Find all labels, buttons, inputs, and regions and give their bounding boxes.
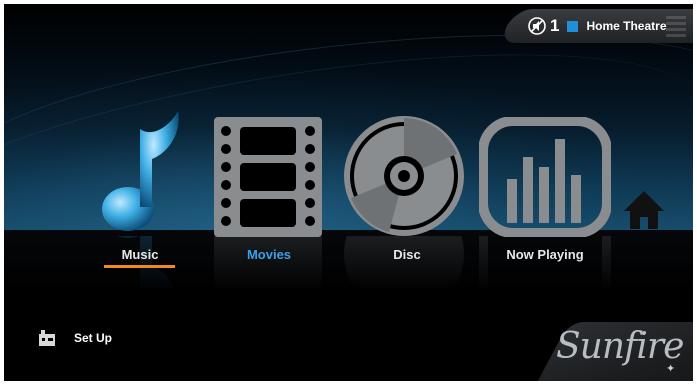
menu-item-movies[interactable] <box>212 117 324 237</box>
film-strip-icon <box>214 117 322 237</box>
sparkle-icon: ✦ <box>666 363 676 375</box>
menu-item-disc[interactable] <box>339 114 469 239</box>
setup-button[interactable]: Set Up <box>38 330 112 346</box>
music-note-icon <box>102 111 179 231</box>
media-center-screen: 1 Home Theatre Music Movies Disc Now Pla… <box>4 4 693 381</box>
focus-underline <box>104 265 175 268</box>
menu-label-now-playing[interactable]: Now Playing <box>475 247 615 262</box>
zone-grip-icon <box>666 16 686 37</box>
menu-item-music[interactable] <box>94 109 189 239</box>
home-icon[interactable] <box>622 189 666 229</box>
menu-item-now-playing[interactable] <box>478 116 612 238</box>
settings-icon <box>39 330 55 346</box>
zone-number: 1 <box>550 16 560 35</box>
disc-icon <box>344 116 464 236</box>
zone-name: Home Theatre <box>586 19 667 33</box>
equalizer-icon <box>478 116 612 238</box>
zone-color-swatch <box>567 20 579 32</box>
menu-label-movies[interactable]: Movies <box>199 247 339 262</box>
menu-label-music[interactable]: Music <box>70 247 210 262</box>
brand-logo: Sunfire <box>556 326 684 367</box>
setup-label: Set Up <box>74 331 113 345</box>
zone-status[interactable]: 1 Home Theatre <box>528 14 667 38</box>
speaker-icon <box>528 17 546 35</box>
menu-label-disc[interactable]: Disc <box>337 247 477 262</box>
